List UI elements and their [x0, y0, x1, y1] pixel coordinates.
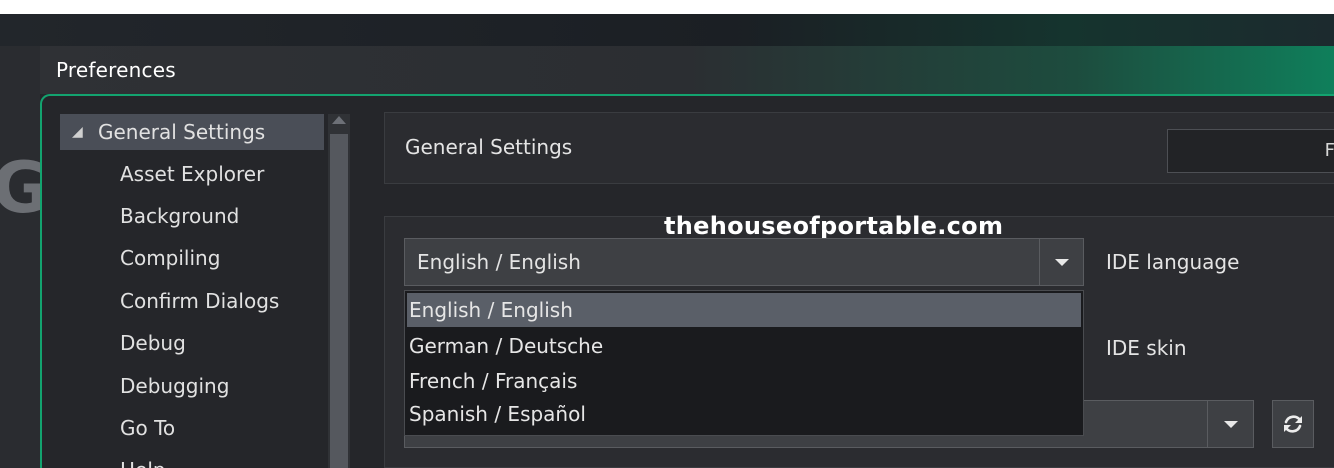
chevron-down-icon — [1055, 259, 1069, 266]
preferences-tree: ◢ General Settings Asset Explorer Backgr… — [60, 114, 326, 468]
tree-item-label: Confirm Dialogs — [120, 289, 280, 313]
tree-item-debug[interactable]: Debug — [60, 325, 324, 361]
watermark-text: thehouseofportable.com — [664, 212, 1004, 240]
tree-item-confirm-dialogs[interactable]: Confirm Dialogs — [60, 283, 324, 319]
page-title: General Settings — [405, 135, 573, 159]
chevron-down-icon — [1224, 421, 1238, 428]
ide-language-value: English / English — [417, 250, 581, 274]
window-titlebar[interactable]: Preferences — [40, 46, 1334, 94]
dropdown-option-english[interactable]: English / English — [407, 293, 1081, 327]
ide-skin-label: IDE skin — [1106, 336, 1187, 360]
tree-item-label: Compiling — [120, 246, 221, 270]
tree-item-background[interactable]: Background — [60, 198, 324, 234]
header-action-button[interactable]: F — [1167, 129, 1334, 173]
scroll-up-icon[interactable] — [332, 116, 346, 124]
settings-header-panel: General Settings F — [384, 112, 1334, 184]
tree-item-label: General Settings — [98, 120, 266, 144]
tree-item-label: Debug — [120, 331, 186, 355]
refresh-icon — [1284, 415, 1302, 433]
tree-item-label: Debugging — [120, 374, 230, 398]
tree-item-help[interactable]: Help — [60, 452, 324, 468]
ide-language-dropdown-list: English / English German / Deutsche Fren… — [404, 290, 1084, 436]
tree-item-label: Help — [120, 452, 166, 468]
skin-option-dropdown-button[interactable] — [1207, 401, 1253, 447]
desktop-strip — [0, 0, 1334, 14]
dropdown-option-french[interactable]: French / Français — [407, 364, 1081, 398]
triangle-down-icon[interactable]: ◢ — [72, 114, 83, 150]
tree-item-label: Background — [120, 204, 240, 228]
tree-item-go-to[interactable]: Go To — [60, 410, 324, 446]
window-title: Preferences — [56, 58, 176, 82]
tree-item-label: Asset Explorer — [120, 162, 265, 186]
app-background-left — [0, 46, 40, 468]
app-logo-fragment: G — [0, 148, 40, 228]
scrollbar-thumb[interactable] — [330, 134, 348, 468]
dropdown-option-spanish[interactable]: Spanish / Español — [407, 397, 1081, 431]
tree-item-asset-explorer[interactable]: Asset Explorer — [60, 156, 324, 192]
tree-item-label: Go To — [120, 416, 176, 440]
refresh-button[interactable] — [1272, 400, 1314, 448]
tree-item-debugging[interactable]: Debugging — [60, 368, 324, 404]
ide-language-select[interactable]: English / English — [404, 238, 1084, 286]
dropdown-option-german[interactable]: German / Deutsche — [407, 329, 1081, 363]
ide-language-label: IDE language — [1106, 250, 1240, 274]
ide-language-dropdown-button[interactable] — [1039, 239, 1083, 285]
tree-item-compiling[interactable]: Compiling — [60, 240, 324, 276]
tree-item-general-settings[interactable]: ◢ General Settings — [60, 114, 324, 150]
app-header-band — [0, 14, 1334, 46]
tree-scrollbar[interactable] — [328, 114, 350, 468]
